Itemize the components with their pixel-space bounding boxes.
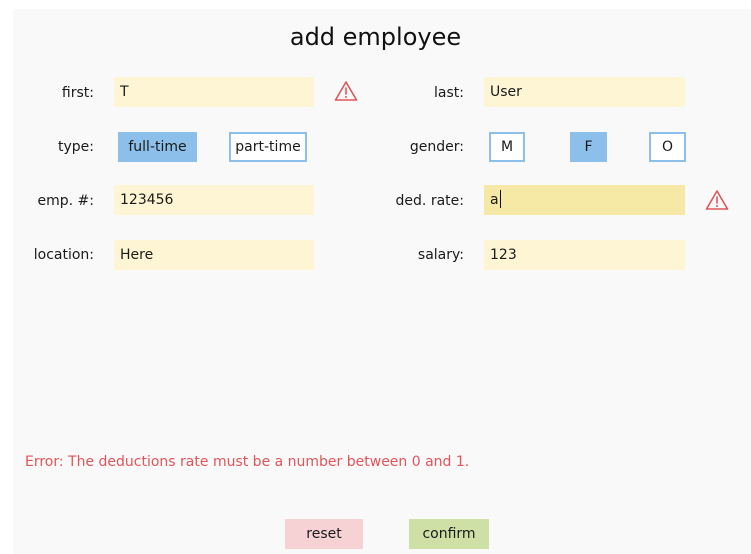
gender-label: gender: [409, 139, 464, 155]
ded-rate-label: ded. rate: [395, 193, 464, 209]
gender-f-toggle[interactable]: F [570, 132, 607, 162]
text-caret [499, 190, 501, 208]
location-field[interactable]: Here [114, 240, 314, 270]
ded-rate-field[interactable]: a [484, 185, 685, 215]
ded-rate-value: a [490, 192, 499, 208]
ded-rate-warning-icon [705, 190, 729, 210]
type-part-time-toggle[interactable]: part-time [229, 132, 307, 162]
first-name-label: first: [61, 85, 94, 101]
page-title: add employee [289, 23, 462, 51]
emp-num-field[interactable]: 123456 [114, 185, 314, 215]
last-name-field[interactable]: User [484, 77, 685, 107]
confirm-button[interactable]: confirm [409, 519, 489, 549]
first-name-field[interactable]: T [114, 77, 314, 107]
type-label: type: [58, 139, 94, 155]
location-label: location: [33, 247, 94, 263]
type-full-time-toggle[interactable]: full-time [118, 132, 197, 162]
emp-num-label: emp. #: [37, 193, 95, 209]
last-name-label: last: [434, 85, 464, 101]
first-name-warning-icon [334, 81, 358, 101]
salary-field[interactable]: 123 [484, 240, 685, 270]
gender-o-toggle[interactable]: O [649, 132, 686, 162]
error-message: Error: The deductions rate must be a num… [25, 454, 470, 470]
gender-m-toggle[interactable]: M [489, 132, 525, 162]
reset-button[interactable]: reset [285, 519, 363, 549]
salary-label: salary: [417, 247, 464, 263]
